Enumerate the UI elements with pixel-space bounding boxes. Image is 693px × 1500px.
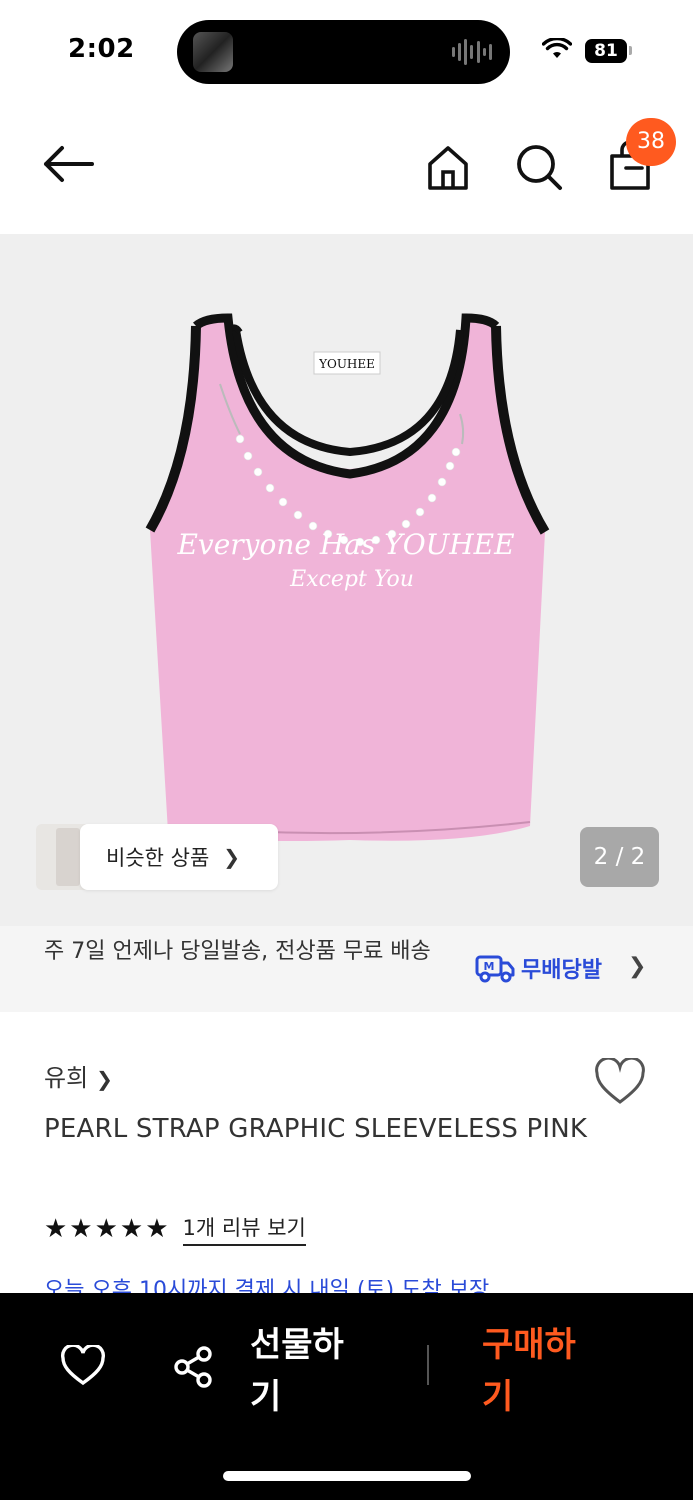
divider: [427, 1345, 429, 1385]
brand-name: 유희: [44, 1064, 89, 1092]
heart-icon[interactable]: [60, 1345, 106, 1387]
search-icon[interactable]: [514, 142, 564, 192]
now-playing-artwork: [193, 32, 233, 72]
free-shipping-badge[interactable]: M 무배당발: [475, 952, 602, 984]
share-icon[interactable]: [172, 1345, 216, 1389]
truck-icon: M: [475, 955, 515, 983]
shipping-text: 주 7일 언제나 당일발송, 전상품 무료 배송: [44, 939, 431, 964]
view-reviews-link[interactable]: 1개 리뷰 보기: [182, 1212, 306, 1246]
svg-text:M: M: [484, 960, 495, 973]
product-title: PEARL STRAP GRAPHIC SLEEVELESS PINK: [44, 1114, 588, 1144]
top-navigation: [0, 100, 693, 234]
free-shipping-label: 무배당발: [521, 958, 602, 983]
image-counter: 2 / 2: [580, 827, 659, 887]
dynamic-island[interactable]: [177, 20, 510, 84]
home-icon[interactable]: [424, 144, 472, 192]
wifi-icon: [542, 38, 572, 58]
rating-row: ★★★★★ 1개 리뷰 보기: [44, 1212, 306, 1246]
product-image-gallery[interactable]: YOUHEE Everyone Has YOUHEE Except You 비슷…: [0, 234, 693, 926]
svg-text:YOUHEE: YOUHEE: [318, 357, 375, 371]
similar-products-label: 비슷한 상품: [106, 846, 210, 870]
similar-products-card[interactable]: 비슷한 상품 ❯: [80, 824, 278, 890]
back-arrow-icon[interactable]: [40, 144, 96, 184]
bottom-action-bar: 선물하기 구매하기: [0, 1293, 693, 1500]
product-photo: YOUHEE Everyone Has YOUHEE Except You: [145, 313, 550, 841]
delivery-notice-partial: 오늘 오후 10시까지 결제 시 내일 (토) 도착 보장: [44, 1278, 624, 1294]
wishlist-heart-icon[interactable]: [594, 1058, 646, 1106]
buy-button[interactable]: 구매하기: [482, 1319, 602, 1423]
home-indicator[interactable]: [223, 1471, 471, 1481]
audio-wave-icon: [452, 38, 492, 66]
chevron-right-icon: ❯: [223, 845, 241, 869]
shipping-banner[interactable]: 주 7일 언제나 당일발송, 전상품 무료 배송 M 무배당발 ❯: [0, 926, 693, 1012]
similar-products-button[interactable]: 비슷한 상품 ❯: [36, 824, 278, 890]
chevron-right-icon[interactable]: ❯: [628, 954, 646, 979]
gift-button[interactable]: 선물하기: [250, 1319, 370, 1423]
delivery-notice-text: 오늘 오후 10시까지 결제 시 내일 (토) 도착 보장: [44, 1278, 490, 1294]
status-bar: 2:02 81: [0, 0, 693, 100]
status-time: 2:02: [68, 34, 135, 64]
similar-products-thumbnails: [36, 824, 86, 890]
svg-text:Except You: Except You: [289, 567, 414, 592]
svg-text:Everyone Has YOUHEE: Everyone Has YOUHEE: [176, 528, 514, 561]
battery-indicator: 81: [585, 39, 627, 63]
rating-stars: ★★★★★: [44, 1214, 171, 1244]
chevron-right-icon: ❯: [96, 1067, 113, 1091]
battery-cap: [629, 46, 632, 55]
cart-count-badge: 38: [626, 118, 676, 166]
brand-link[interactable]: 유희 ❯: [44, 1058, 113, 1093]
